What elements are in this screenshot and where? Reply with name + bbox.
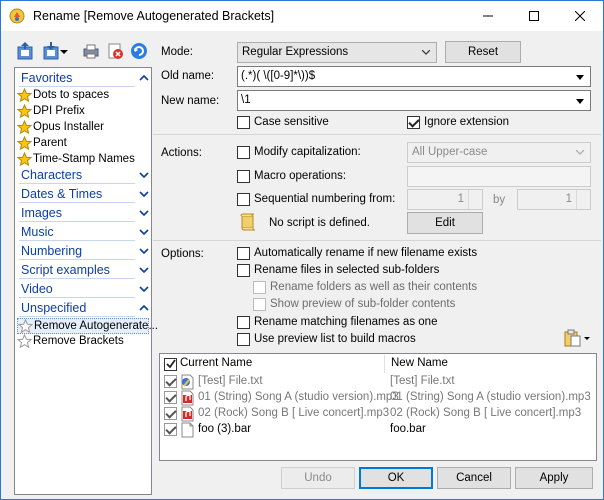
chevron-down-icon [139,229,149,236]
preview-row[interactable]: 01 (String) Song A (studio version).mp3 … [160,390,596,406]
reset-button[interactable]: Reset [445,41,521,63]
chevron-up-icon [139,74,149,81]
preset-item[interactable]: Dots to spaces [17,88,149,104]
chevron-down-icon [139,172,149,179]
chevron-down-icon [139,286,149,293]
preview-row[interactable]: 02 (Rock) Song B [ Live concert].mp3 02 … [160,406,596,422]
minimize-icon [483,15,493,17]
star-icon [17,104,32,119]
preset-item-selected[interactable]: Remove Autogenerate... [17,318,158,334]
chevron-down-icon [139,248,149,255]
actions-label: Actions: [161,147,202,159]
row-checkbox[interactable] [164,375,177,388]
row-checkbox[interactable] [164,423,177,436]
dropdown-arrow-icon[interactable] [576,75,584,80]
preset-item[interactable]: Opus Installer [17,120,149,136]
category-music[interactable]: Music [19,224,149,242]
new-name-label: New name: [161,95,220,107]
star-icon [17,136,32,151]
empty-star-icon [17,334,32,349]
preset-item[interactable]: Time-Stamp Names [17,152,149,168]
window-title: Rename [Remove Autogenerated Brackets] [33,9,275,23]
star-icon [17,152,32,167]
row-checkbox[interactable] [164,407,177,420]
script-icon [240,213,256,231]
category-characters[interactable]: Characters [19,167,149,185]
chevron-down-icon [139,267,149,274]
chevron-down-icon [422,50,430,55]
opus-app-icon [9,8,25,24]
divider [153,134,601,135]
by-label: by [493,194,506,206]
chevron-down-icon [139,210,149,217]
star-icon [17,120,32,135]
macro-operations-field[interactable] [407,166,591,187]
category-favorites[interactable]: Favorites [19,70,149,88]
category-numbering[interactable]: Numbering [19,243,149,261]
preview-list[interactable]: Current Name New Name [Test] File.txt [T… [159,353,597,461]
audio-file-icon [181,390,194,406]
chevron-up-icon [139,304,149,311]
load-preset-icon[interactable] [15,41,35,61]
divider [153,240,601,241]
preview-row[interactable]: [Test] File.txt [Test] File.txt [160,374,596,390]
category-unspecified[interactable]: Unspecified [19,300,149,318]
preview-row[interactable]: foo (3).bar foo.bar [160,422,596,438]
empty-star-icon [18,319,33,334]
cancel-button[interactable]: Cancel [437,467,511,489]
new-name-input[interactable]: \1 [237,90,591,111]
audio-file-icon [181,406,194,422]
rename-dialog: Rename [Remove Autogenerated Brackets] F… [0,0,604,500]
minimize-button[interactable] [465,1,511,31]
chevron-down-icon [576,150,584,155]
undo-button[interactable]: Undo [281,467,355,489]
mode-label: Mode: [161,46,193,58]
check-icon [166,359,176,369]
sequence-start-spinner[interactable]: 1 [407,189,483,210]
close-button[interactable] [557,1,603,31]
preset-item[interactable]: DPI Prefix [17,104,149,120]
row-checkbox[interactable] [164,391,177,404]
maximize-button[interactable] [511,1,557,31]
save-preset-icon[interactable] [41,41,61,61]
delete-preset-icon[interactable] [105,41,125,61]
preset-list[interactable]: Favorites Dots to spaces DPI Prefix Opus… [14,67,158,495]
star-icon [17,88,32,103]
close-icon [575,11,585,21]
blank-file-icon [181,422,194,438]
save-dropdown-icon[interactable] [59,41,69,61]
spinner-arrows-icon[interactable] [576,190,590,209]
category-dates-times[interactable]: Dates & Times [19,186,149,204]
column-new-name[interactable]: New Name [391,357,448,369]
column-current-name[interactable]: Current Name [180,357,252,369]
dropdown-arrow-icon[interactable] [576,99,584,104]
no-script-text: No script is defined. [269,217,370,229]
preset-toolbar [13,41,153,63]
clipboard-menu-icon[interactable] [563,329,593,347]
apply-button[interactable]: Apply [515,467,593,489]
options-label: Options: [161,248,204,260]
capitalization-select[interactable]: All Upper-case [407,142,591,163]
refresh-icon[interactable] [129,41,149,61]
mode-select[interactable]: Regular Expressions [237,42,437,63]
category-video[interactable]: Video [19,281,149,299]
title-bar[interactable]: Rename [Remove Autogenerated Brackets] [1,1,603,31]
old-name-input[interactable]: (.*)( \([0-9]*\))$ [237,66,591,87]
edit-script-button[interactable]: Edit [407,212,483,234]
preset-item[interactable]: Parent [17,136,149,152]
spinner-arrows-icon[interactable] [468,190,482,209]
sequence-step-spinner[interactable]: 1 [517,189,591,210]
category-images[interactable]: Images [19,205,149,223]
category-script-examples[interactable]: Script examples [19,262,149,280]
maximize-icon [529,11,539,21]
chevron-down-icon [139,191,149,198]
print-icon[interactable] [81,41,101,61]
preset-item[interactable]: Remove Brackets [17,334,149,350]
old-name-label: Old name: [161,70,215,82]
text-file-icon [181,374,194,390]
ok-button[interactable]: OK [359,467,433,489]
